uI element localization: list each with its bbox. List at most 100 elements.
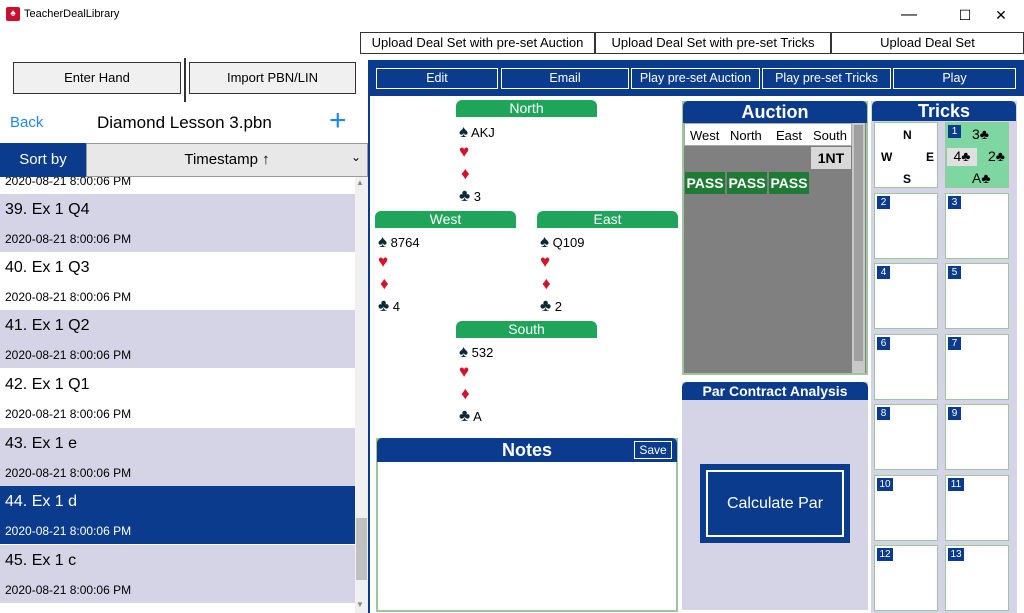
- trick-number: 5: [948, 266, 961, 279]
- club-icon: ♣: [459, 406, 471, 425]
- trick-number: 6: [877, 337, 890, 350]
- north-header: North: [456, 100, 597, 117]
- import-pbn-lin-button[interactable]: Import PBN/LIN: [189, 62, 356, 94]
- enter-hand-button[interactable]: Enter Hand: [13, 62, 181, 94]
- spade-icon: ♠: [540, 232, 550, 251]
- list-item-timestamp: 2020-08-21 8:00:06 PM: [5, 177, 132, 188]
- diamond-icon: ♦: [461, 164, 470, 183]
- list-item-timestamp: 2020-08-21 8:00:06 PM: [5, 232, 132, 246]
- list-item[interactable]: 40. Ex 1 Q3 2020-08-21 8:00:06 PM: [0, 252, 355, 310]
- file-name: Diamond Lesson 3.pbn: [97, 113, 272, 132]
- trick-number: 3: [948, 196, 961, 209]
- trick-cell[interactable]: 5: [945, 263, 1009, 329]
- diamond-icon: ♦: [542, 274, 551, 293]
- west-clubs: ♣ 4: [378, 296, 400, 316]
- list-item[interactable]: 42. Ex 1 Q1 2020-08-21 8:00:06 PM: [0, 369, 355, 427]
- south-clubs: ♣ A: [459, 406, 482, 426]
- east-spades: ♠ Q109: [540, 232, 584, 252]
- list-item[interactable]: 43. Ex 1 e 2020-08-21 8:00:06 PM: [0, 428, 355, 486]
- email-button[interactable]: Email: [501, 68, 629, 89]
- trick-cell[interactable]: 10: [874, 475, 938, 541]
- south-clubs-cards: A: [473, 409, 482, 424]
- list-item-timestamp: 2020-08-21 8:00:06 PM: [5, 348, 132, 362]
- play-preset-tricks-button[interactable]: Play pre-set Tricks: [762, 68, 891, 89]
- add-icon[interactable]: +: [329, 104, 347, 138]
- play-button[interactable]: Play: [893, 68, 1016, 89]
- trick-cell[interactable]: 2: [874, 193, 938, 259]
- list-item-name: 43. Ex 1 e: [5, 435, 78, 452]
- edit-button[interactable]: Edit: [376, 68, 498, 89]
- sort-select[interactable]: Timestamp ↑ ⌄: [86, 143, 368, 177]
- east-clubs: ♣ 2: [540, 296, 562, 316]
- trick1-south-card: A♣: [972, 170, 991, 186]
- trick-cell[interactable]: 4: [874, 263, 938, 329]
- east-spades-cards: Q109: [552, 235, 585, 250]
- notes-textarea[interactable]: [379, 464, 675, 610]
- trick-number: 4: [877, 266, 890, 279]
- app-logo-icon: ♠: [6, 7, 20, 21]
- north-clubs: ♣ 3: [459, 186, 481, 206]
- north-spades-cards: AKJ: [470, 125, 495, 140]
- trick-cell-1[interactable]: 1 3♣ 4♣ 2♣ A♣: [945, 122, 1009, 188]
- auction-title: Auction: [683, 101, 867, 123]
- list-item-name: 42. Ex 1 Q1: [5, 376, 90, 393]
- scroll-up-icon[interactable]: ▲: [356, 178, 364, 187]
- back-button[interactable]: Back: [10, 114, 43, 131]
- auction-col-west: West: [690, 128, 720, 143]
- trick-cell[interactable]: 9: [945, 404, 1009, 470]
- list-item-name: 44. Ex 1 d: [5, 493, 78, 510]
- divider: [184, 58, 186, 102]
- trick-cell[interactable]: 3: [945, 193, 1009, 259]
- compass-cell: N W E S: [874, 122, 938, 188]
- scrollbar-thumb[interactable]: [356, 518, 367, 580]
- list-item[interactable]: 45. Ex 1 c 2020-08-21 8:00:06 PM: [0, 545, 355, 603]
- trick1-east-card: 2♣: [988, 148, 1005, 164]
- trick-number: 13: [948, 548, 964, 561]
- south-spades: ♠ 532: [459, 342, 493, 362]
- minimize-button[interactable]: —: [886, 0, 932, 30]
- compass-west: W: [881, 150, 893, 164]
- diamond-icon: ♦: [380, 274, 389, 293]
- auction-col-east: East: [776, 128, 803, 143]
- heart-icon: ♥: [378, 252, 389, 271]
- par-title: Par Contract Analysis: [682, 382, 868, 400]
- north-clubs-cards: 3: [473, 189, 482, 204]
- upload-deal-set-button[interactable]: Upload Deal Set: [831, 32, 1024, 54]
- west-header: West: [375, 211, 516, 228]
- list-item[interactable]: 39. Ex 1 Q4 2020-08-21 8:00:06 PM: [0, 194, 355, 252]
- window-title: TeacherDealLibrary: [24, 8, 120, 20]
- trick-number: 1: [948, 125, 961, 138]
- heart-icon: ♥: [459, 142, 470, 161]
- spade-icon: ♠: [459, 342, 469, 361]
- scroll-down-icon[interactable]: ▼: [356, 600, 364, 609]
- list-item[interactable]: 2020-08-21 8:00:06 PM: [0, 177, 355, 194]
- calculate-par-button[interactable]: Calculate Par: [700, 464, 850, 543]
- save-button[interactable]: Save: [634, 441, 672, 459]
- calculate-par-label: Calculate Par: [706, 470, 844, 537]
- list-item-timestamp: 2020-08-21 8:00:06 PM: [5, 290, 132, 304]
- trick-cell[interactable]: 8: [874, 404, 938, 470]
- north-spades: ♠ AKJ: [459, 122, 495, 142]
- trick-cell[interactable]: 7: [945, 334, 1009, 400]
- trick1-north-card: 3♣: [972, 126, 989, 142]
- trick-cell[interactable]: 12: [874, 545, 938, 611]
- east-clubs-cards: 2: [554, 299, 563, 314]
- trick-cell[interactable]: 11: [945, 475, 1009, 541]
- scrollbar-thumb[interactable]: [854, 125, 863, 361]
- trick-cell[interactable]: 13: [945, 545, 1009, 611]
- heart-icon: ♥: [540, 252, 551, 271]
- list-item-selected[interactable]: 44. Ex 1 d 2020-08-21 8:00:06 PM: [0, 486, 355, 544]
- upload-deal-set-auction-button[interactable]: Upload Deal Set with pre-set Auction: [360, 32, 595, 54]
- trick-cell[interactable]: 6: [874, 334, 938, 400]
- list-item-name: 45. Ex 1 c: [5, 552, 77, 569]
- compass-north: N: [903, 128, 912, 142]
- play-preset-auction-button[interactable]: Play pre-set Auction: [631, 68, 760, 89]
- trick-number: 9: [948, 407, 961, 420]
- compass-south: S: [903, 172, 912, 186]
- upload-deal-set-tricks-button[interactable]: Upload Deal Set with pre-set Tricks: [595, 32, 831, 54]
- close-button[interactable]: ✕: [978, 0, 1024, 30]
- trick-number: 11: [948, 478, 964, 491]
- divider: [368, 96, 370, 613]
- list-item[interactable]: 41. Ex 1 Q2 2020-08-21 8:00:06 PM: [0, 310, 355, 368]
- chevron-down-icon: ⌄: [350, 150, 361, 164]
